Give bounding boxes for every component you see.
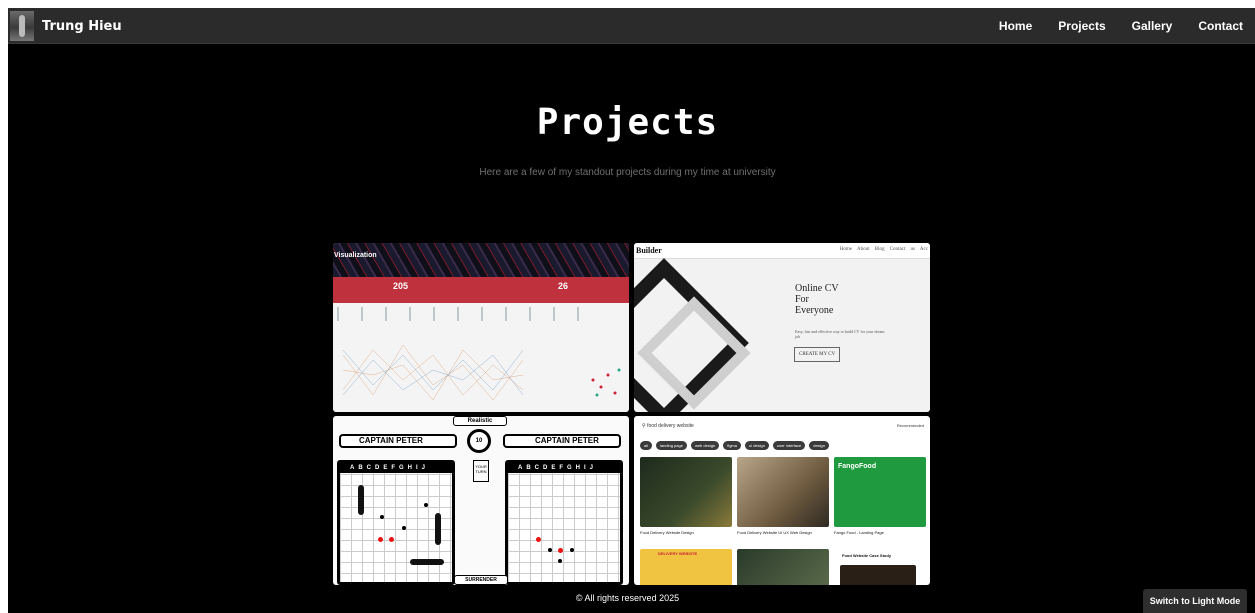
viz-title: Visualization <box>334 252 377 259</box>
bs-miss-marker <box>548 548 552 552</box>
bs-mode-tag: Realistic <box>453 416 507 426</box>
bs-hit-marker <box>389 537 394 542</box>
bs-ship <box>358 485 364 515</box>
nav-links: Home Projects Gallery Contact <box>999 8 1255 44</box>
dr-chip-row: all landing page web design figma ui des… <box>640 441 833 450</box>
bs-miss-marker <box>380 515 384 519</box>
cv-navbar: Builder Home About Blog Contact us Acc <box>634 243 930 259</box>
cv-menu: Home About Blog Contact us Acc <box>839 247 928 252</box>
dr-search-bar: ⚲ food delivery website <box>642 420 872 432</box>
nav-link-gallery[interactable]: Gallery <box>1132 19 1173 33</box>
bs-board-right-columns: ABCDEFGHIJ <box>508 463 620 473</box>
cv-headline-line-3: Everyone <box>795 305 834 316</box>
dr-tile-label: DELIVERY WEBSITE <box>658 551 698 556</box>
dr-chip: web design <box>690 441 720 450</box>
dr-chip: all <box>640 441 653 450</box>
dr-shot-thumbnail <box>640 457 732 527</box>
page-subtitle: Here are a few of my standout projects d… <box>479 167 776 178</box>
projects-grid: Visualization 205 26 Builder Home About … <box>333 243 930 585</box>
bs-hit-marker <box>378 537 383 542</box>
bs-ship <box>410 559 444 565</box>
dr-shot-caption: Fango Food - Landing Page <box>834 530 884 535</box>
dr-food-image <box>840 565 916 585</box>
brand[interactable]: Trung Hieu <box>10 10 122 42</box>
footer-copyright: © All rights reserved 2025 <box>575 593 680 603</box>
viz-hero-image: Visualization <box>333 243 629 277</box>
window-frame-top <box>0 0 1255 8</box>
project-card-battleship[interactable]: Realistic CAPTAIN PETER 10 CAPTAIN PETER… <box>333 416 629 585</box>
cv-create-button: CREATE MY CV <box>794 347 841 362</box>
dr-shot-caption: Food Delivery Website Design <box>640 530 694 535</box>
dr-shot-thumbnail: Food Website Case Study <box>834 549 926 585</box>
search-icon: ⚲ <box>642 423 646 429</box>
viz-parallel-coordinates <box>342 344 621 401</box>
bs-surrender-button: SURRENDER <box>454 575 508 585</box>
cv-brand: Builder <box>636 246 662 255</box>
cv-headline: Online CV For Everyone <box>795 283 839 316</box>
bs-timer: 10 <box>467 429 491 453</box>
nav-link-contact[interactable]: Contact <box>1198 19 1243 33</box>
dr-shot-thumbnail <box>737 549 829 585</box>
project-card-food-delivery[interactable]: ⚲ food delivery website Recommended all … <box>634 416 930 585</box>
viz-legend <box>337 307 597 321</box>
bs-board-right: ABCDEFGHIJ <box>505 460 623 585</box>
bs-board-left-columns: ABCDEFGHIJ <box>340 463 452 473</box>
dr-chip: design <box>809 441 830 450</box>
dr-sort-label: Recommended <box>896 423 924 428</box>
bs-turn-indicator: YOUR TURN <box>473 460 489 482</box>
cv-description: Easy, fast and effective way to build CV… <box>795 329 885 339</box>
bs-miss-marker <box>402 526 406 530</box>
dr-tile-label: Food Website Case Study <box>842 553 892 558</box>
bs-miss-marker <box>558 559 562 563</box>
dr-shot-thumbnail: DELIVERY WEBSITE <box>640 549 732 585</box>
bs-miss-marker <box>424 503 428 507</box>
dr-chip: figma <box>723 441 741 450</box>
viz-stat-2: 26 <box>558 281 569 291</box>
dr-shot-caption: Food Delivery Website UI UX Web Design <box>737 530 812 535</box>
project-card-visualization[interactable]: Visualization 205 26 <box>333 243 629 412</box>
brand-name: Trung Hieu <box>42 18 122 34</box>
theme-toggle-button[interactable]: Switch to Light Mode <box>1143 589 1247 613</box>
bs-player-left: CAPTAIN PETER <box>339 434 457 448</box>
bs-ship <box>435 513 441 545</box>
dr-shot-thumbnail: FangoFood <box>834 457 926 527</box>
dr-shot-thumbnail <box>737 457 829 527</box>
avatar <box>10 11 34 41</box>
cv-headline-line-2: For <box>795 294 809 305</box>
dr-chip: ui design <box>744 441 769 450</box>
viz-stats-bar: 205 26 <box>333 277 629 303</box>
bs-hit-marker <box>536 537 541 542</box>
window-frame-left <box>0 0 8 613</box>
bs-hit-marker <box>558 548 563 553</box>
nav-link-projects[interactable]: Projects <box>1058 19 1105 33</box>
navbar: Trung Hieu Home Projects Gallery Contact <box>8 8 1255 44</box>
bs-board-left: ABCDEFGHIJ <box>337 460 455 585</box>
viz-stat-1: 205 <box>393 281 409 291</box>
dr-chip: landing page <box>656 441 687 450</box>
bs-player-right: CAPTAIN PETER <box>503 434 621 448</box>
cv-headline-line-1: Online CV <box>795 283 839 294</box>
dr-chip: user interface <box>772 441 806 450</box>
bs-miss-marker <box>570 548 574 552</box>
page-title: Projects <box>536 102 719 143</box>
nav-link-home[interactable]: Home <box>999 19 1032 33</box>
dr-search-query: food delivery website <box>647 423 694 429</box>
project-card-cv-builder[interactable]: Builder Home About Blog Contact us Acc O… <box>634 243 930 412</box>
dr-fango-title: FangoFood <box>838 463 877 470</box>
